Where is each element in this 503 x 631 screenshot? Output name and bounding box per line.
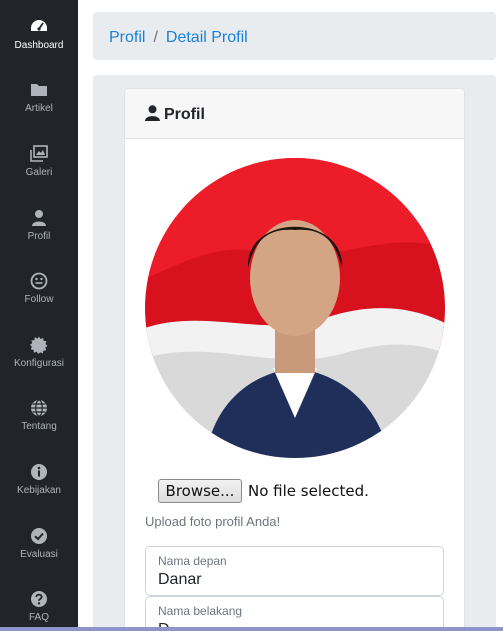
sidebar-item-label: Follow — [24, 294, 54, 305]
images-icon — [30, 145, 48, 163]
file-status: No file selected. — [248, 482, 369, 500]
sidebar-item-label: Evaluasi — [20, 549, 58, 560]
sidebar-item-label: Profil — [27, 231, 51, 242]
sidebar-item-label: Konfigurasi — [13, 358, 65, 369]
breadcrumb-link-profil[interactable]: Profil — [109, 29, 145, 46]
sidebar-item-label: FAQ — [28, 612, 49, 623]
breadcrumb: Profil / Detail Profil — [93, 12, 496, 60]
user-icon — [30, 209, 48, 227]
sidebar-item-follow[interactable]: Follow — [0, 262, 78, 318]
check-circle-icon — [30, 527, 48, 545]
sidebar-item-galeri[interactable]: Galeri — [0, 135, 78, 191]
card-title: Profil — [164, 106, 205, 123]
sidebar-item-label: Tentang — [21, 421, 57, 432]
upload-hint: Upload foto profil Anda! — [145, 514, 281, 529]
sidebar-item-label: Galeri — [25, 167, 53, 178]
breadcrumb-separator: / — [153, 29, 158, 46]
sidebar-item-tentang[interactable]: Tentang — [0, 389, 78, 445]
info-icon — [30, 463, 48, 481]
sidebar-item-artikel[interactable]: Artikel — [0, 71, 78, 127]
file-upload: Browse... No file selected. — [158, 479, 369, 503]
last-name-field[interactable]: Nama belakang D — [145, 596, 444, 630]
breadcrumb-current: Detail Profil — [165, 29, 248, 46]
cog-icon — [30, 336, 48, 354]
sidebar: Dashboard Artikel Galeri Profil Follow K… — [0, 0, 78, 631]
card-header: Profil — [125, 89, 464, 139]
sidebar-item-faq[interactable]: FAQ — [0, 580, 78, 631]
sidebar-item-evaluasi[interactable]: Evaluasi — [0, 517, 78, 573]
bottom-edge — [0, 627, 503, 631]
folder-icon — [30, 81, 48, 99]
sidebar-item-konfigurasi[interactable]: Konfigurasi — [0, 326, 78, 382]
last-name-label: Nama belakang — [158, 604, 243, 618]
smile-icon — [30, 272, 48, 290]
globe-icon — [30, 399, 48, 417]
question-circle-icon — [30, 590, 48, 608]
sidebar-item-label: Artikel — [25, 103, 53, 114]
sidebar-item-profil[interactable]: Profil — [0, 199, 78, 255]
browse-button[interactable]: Browse... — [158, 479, 242, 503]
user-icon — [145, 105, 160, 121]
profile-photo — [145, 158, 445, 458]
first-name-value: Danar — [158, 571, 202, 588]
tachometer-icon — [30, 18, 48, 36]
first-name-field[interactable]: Nama depan Danar — [145, 546, 444, 596]
sidebar-item-label: Dashboard — [14, 40, 64, 51]
first-name-label: Nama depan — [158, 554, 227, 568]
profile-card: Profil Browse... No file selected. Upload… — [124, 88, 465, 631]
sidebar-item-dashboard[interactable]: Dashboard — [0, 8, 78, 64]
sidebar-item-label: Kebijakan — [17, 485, 61, 496]
sidebar-item-kebijakan[interactable]: Kebijakan — [0, 453, 78, 509]
